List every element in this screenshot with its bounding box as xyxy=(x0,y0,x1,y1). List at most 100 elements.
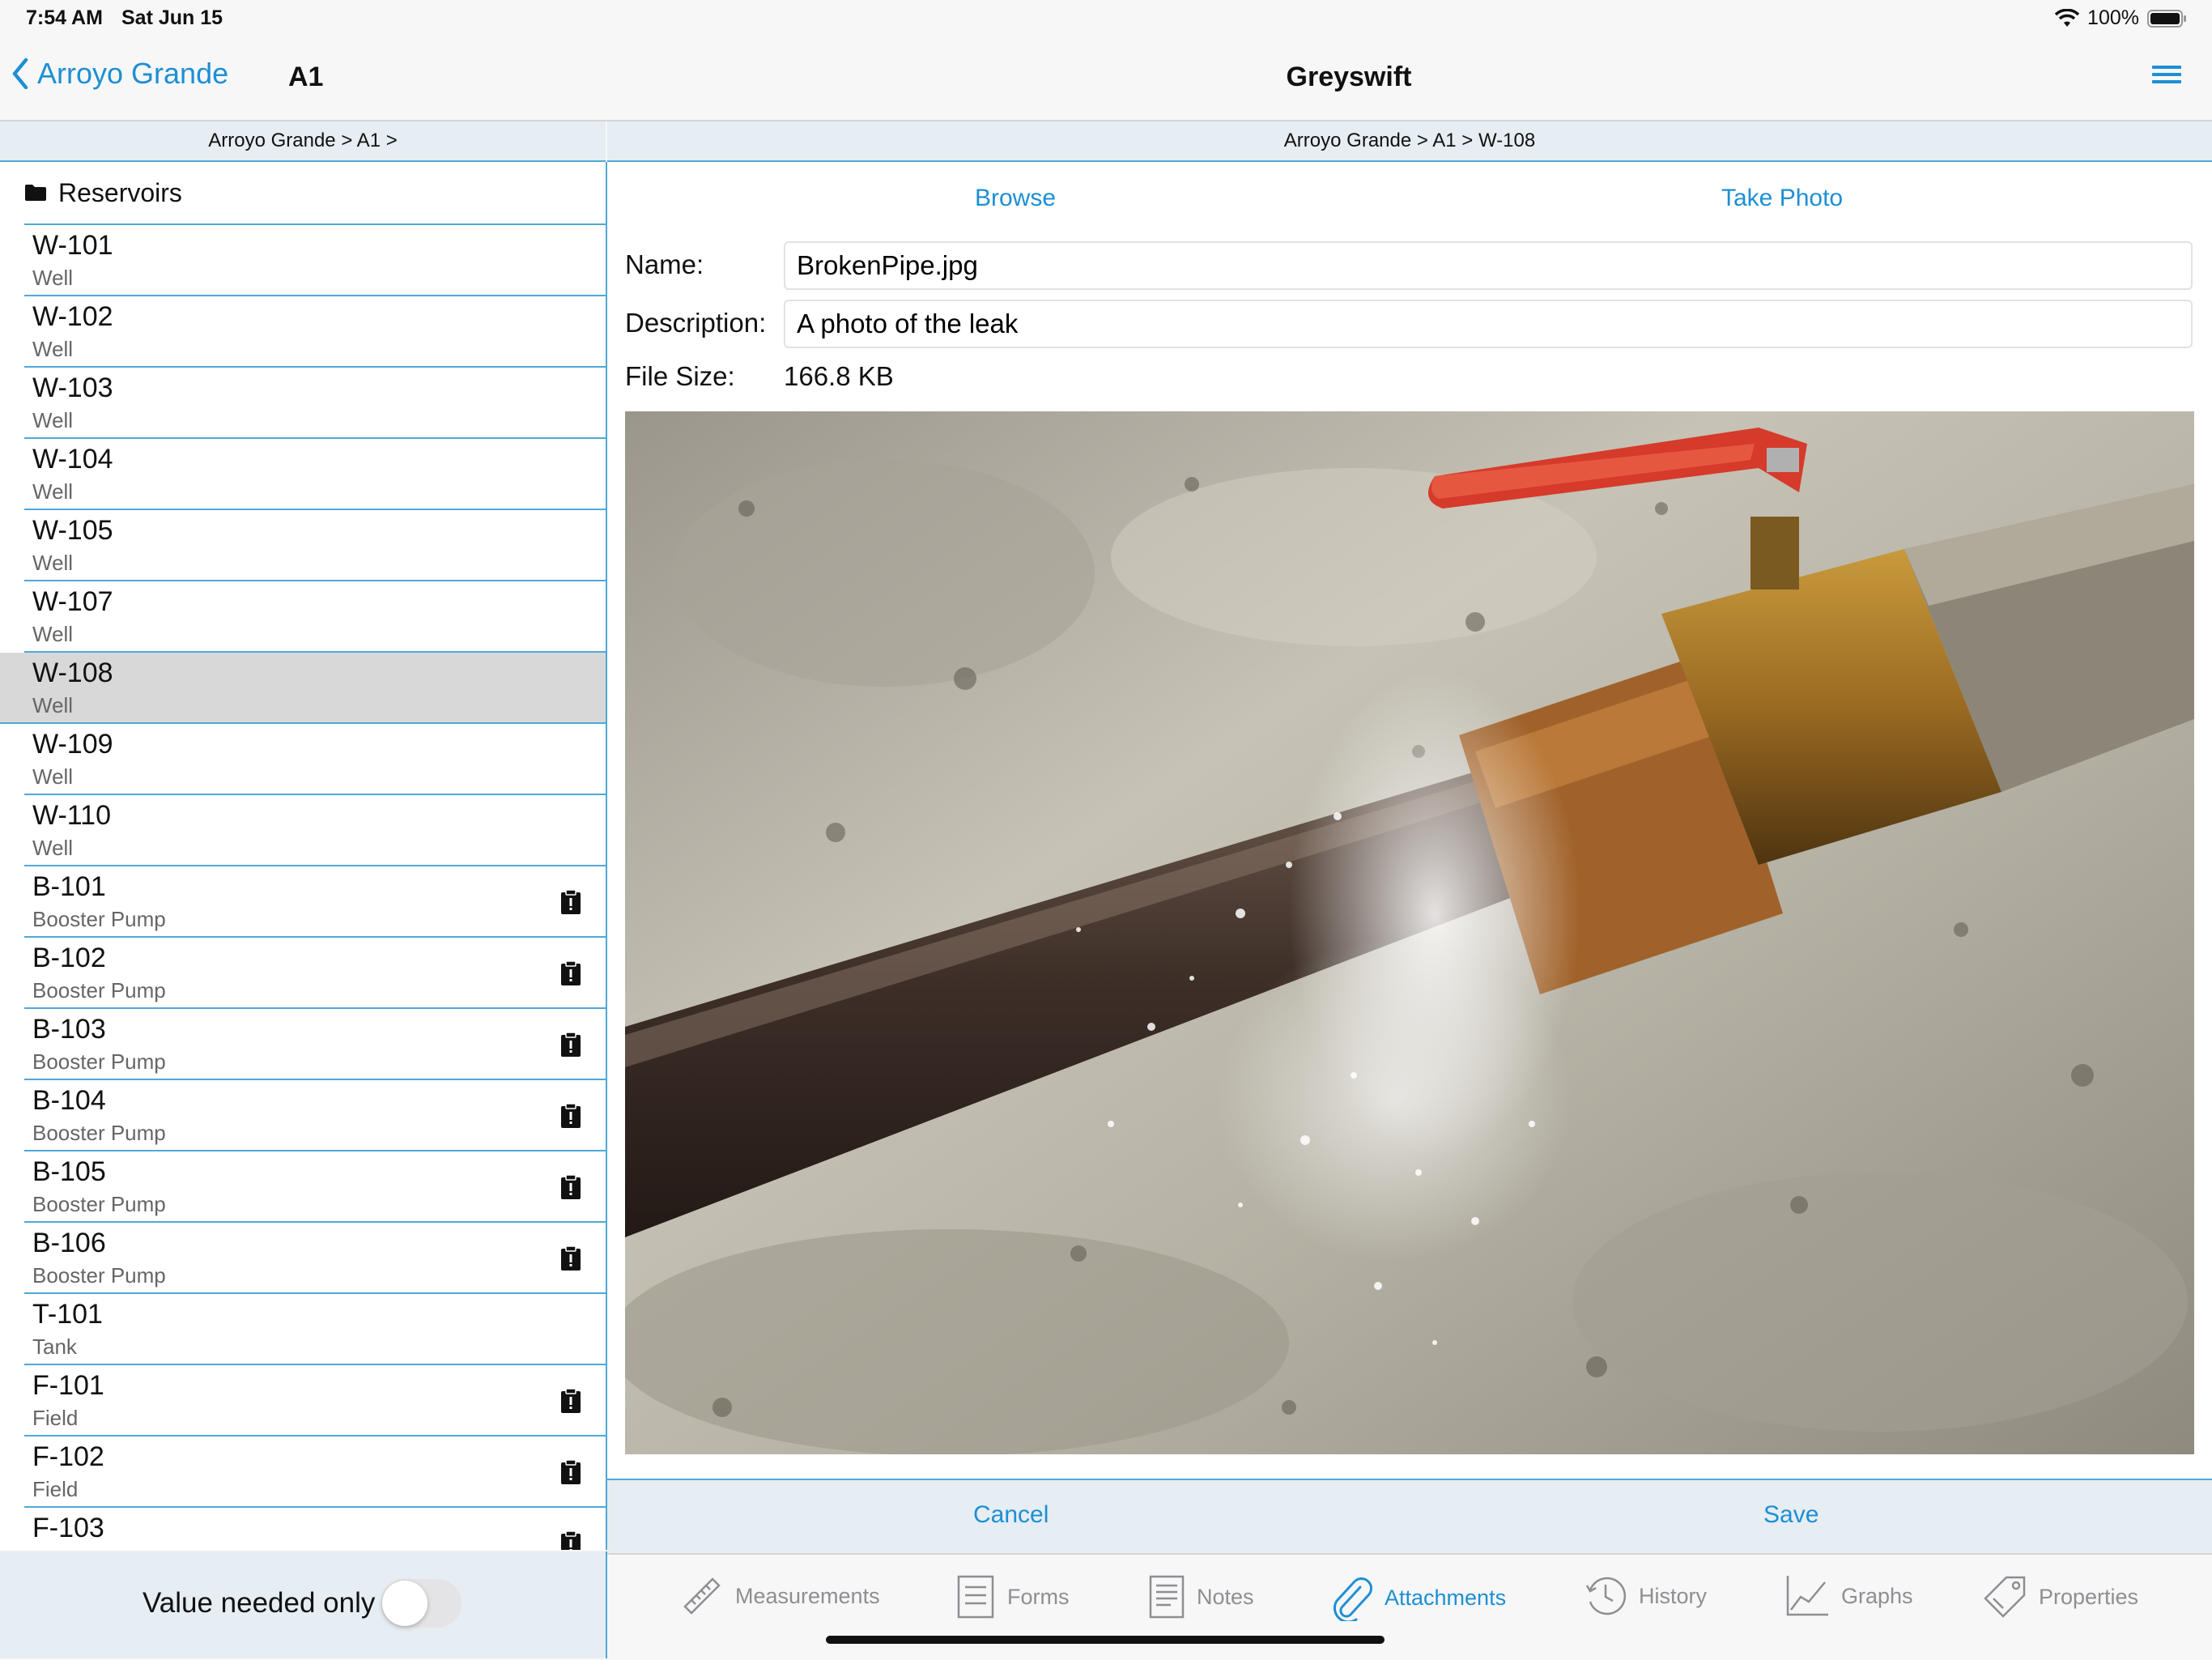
list-item[interactable]: B-101 Booster Pump xyxy=(24,866,606,938)
tab-attachments[interactable]: Attachments xyxy=(1329,1574,1506,1621)
form-icon xyxy=(957,1575,994,1619)
left-footer: Value needed only xyxy=(0,1551,607,1658)
item-type: Booster Pump xyxy=(32,907,166,931)
graph-icon xyxy=(1786,1576,1828,1616)
page-title: Greyswift xyxy=(1286,62,1412,92)
item-type: Tank xyxy=(32,1334,77,1359)
item-name: B-106 xyxy=(32,1228,106,1258)
item-type: Well xyxy=(32,551,74,575)
status-bar: 7:54 AM Sat Jun 15 100% xyxy=(0,0,2212,39)
item-name: B-102 xyxy=(32,943,106,973)
list-item[interactable]: W-110 Well xyxy=(24,795,606,866)
item-type: Well xyxy=(32,266,74,290)
tab-measurements[interactable]: Measurements xyxy=(680,1574,880,1618)
list-item[interactable]: W-108 Well xyxy=(0,653,606,724)
tab-label: Forms xyxy=(1007,1584,1070,1609)
tab-label: Graphs xyxy=(1841,1583,1913,1608)
wifi-icon xyxy=(2055,8,2080,27)
item-name: W-105 xyxy=(32,515,113,546)
attachment-detail: Browse Take Photo Name: Description: Fil… xyxy=(607,162,2212,1479)
tab-label: Attachments xyxy=(1385,1585,1507,1610)
list-item[interactable]: F-101 Field xyxy=(24,1365,606,1437)
item-name: W-110 xyxy=(32,800,112,831)
item-type: Well xyxy=(32,408,74,432)
clipboard-alert-icon xyxy=(561,1245,581,1271)
item-name: W-108 xyxy=(32,658,113,688)
folder-row[interactable]: Reservoirs xyxy=(24,162,606,225)
tab-properties[interactable]: Properties xyxy=(1982,1574,2138,1620)
paperclip-icon xyxy=(1333,1577,1372,1621)
description-field[interactable] xyxy=(784,300,2193,348)
back-button-label: Arroyo Grande xyxy=(37,57,229,90)
folder-icon xyxy=(25,185,46,201)
list-item[interactable]: W-107 Well xyxy=(24,581,606,653)
list-item[interactable]: B-106 Booster Pump xyxy=(24,1223,606,1294)
status-indicators: 100% xyxy=(2055,6,2188,30)
chevron-left-icon xyxy=(12,57,28,90)
asset-list: W-101 Well W-102 Well W-103 Well W-104 Well W-10… xyxy=(0,225,606,1550)
clipboard-alert-icon xyxy=(561,1388,581,1413)
battery-percent: 100% xyxy=(2087,6,2139,29)
item-name: W-102 xyxy=(32,301,113,332)
list-item[interactable]: B-102 Booster Pump xyxy=(24,938,606,1009)
action-bar: Cancel Save xyxy=(607,1479,2212,1555)
list-item[interactable]: W-104 Well xyxy=(24,439,606,510)
item-type: Booster Pump xyxy=(32,978,166,1002)
battery-icon xyxy=(2147,9,2186,28)
item-name: T-101 xyxy=(32,1299,103,1330)
value-needed-toggle[interactable] xyxy=(381,1579,462,1628)
item-type: Well xyxy=(32,764,74,789)
tab-history[interactable]: History xyxy=(1584,1574,1707,1618)
clock-icon xyxy=(1585,1577,1627,1615)
tab-bar: Measurements Forms Notes Attachments His… xyxy=(607,1553,2212,1660)
list-item[interactable]: T-101 Tank xyxy=(24,1294,606,1365)
tab-label: History xyxy=(1639,1583,1708,1608)
clipboard-alert-icon xyxy=(561,889,581,914)
folder-label: Reservoirs xyxy=(58,177,182,207)
list-item[interactable]: B-104 Booster Pump xyxy=(24,1080,606,1151)
clipboard-alert-icon xyxy=(561,1459,581,1484)
item-type: Booster Pump xyxy=(32,1121,166,1145)
file-size-value: 166.8 KB xyxy=(784,361,894,391)
clipboard-alert-icon xyxy=(561,1174,581,1199)
item-name: W-103 xyxy=(32,372,113,403)
description-label: Description: xyxy=(625,308,767,338)
list-item[interactable]: W-102 Well xyxy=(24,296,606,368)
item-type: Booster Pump xyxy=(32,1049,166,1074)
item-name: B-101 xyxy=(32,871,106,902)
ruler-icon xyxy=(683,1577,721,1615)
status-date: Sat Jun 15 xyxy=(121,6,223,29)
list-item[interactable]: W-105 Well xyxy=(24,510,606,581)
cancel-button[interactable]: Cancel xyxy=(973,1501,1049,1529)
filter-label: Value needed only xyxy=(143,1587,376,1619)
right-breadcrumb: Arroyo Grande > A1 > W-108 xyxy=(607,121,2212,162)
tab-notes[interactable]: Notes xyxy=(1148,1574,1254,1620)
list-item[interactable]: B-103 Booster Pump xyxy=(24,1009,606,1080)
browse-button[interactable]: Browse xyxy=(975,185,1056,212)
list-item[interactable]: W-101 Well xyxy=(24,225,606,296)
item-type: Field xyxy=(32,1406,79,1430)
back-button[interactable]: Arroyo Grande xyxy=(11,57,228,91)
hamburger-menu-icon[interactable] xyxy=(2152,62,2181,89)
item-name: F-102 xyxy=(32,1441,104,1472)
item-type: Booster Pump xyxy=(32,1192,166,1216)
list-item[interactable]: F-102 Field xyxy=(24,1437,606,1508)
list-item[interactable]: W-109 Well xyxy=(24,724,606,795)
name-field[interactable] xyxy=(784,241,2193,290)
list-item[interactable]: B-105 Booster Pump xyxy=(24,1151,606,1223)
toggle-knob xyxy=(382,1581,428,1626)
item-name: B-105 xyxy=(32,1156,106,1187)
clipboard-alert-icon xyxy=(561,960,581,985)
tab-forms[interactable]: Forms xyxy=(955,1574,1070,1620)
take-photo-button[interactable]: Take Photo xyxy=(1721,185,1843,212)
left-pane-title: A1 xyxy=(288,62,324,92)
tab-graphs[interactable]: Graphs xyxy=(1784,1574,1913,1618)
tab-label: Measurements xyxy=(735,1583,880,1608)
list-item[interactable]: W-103 Well xyxy=(24,368,606,439)
list-item[interactable]: F-103 xyxy=(24,1508,606,1550)
tab-label: Notes xyxy=(1197,1584,1254,1609)
item-name: F-101 xyxy=(32,1370,104,1401)
save-button[interactable]: Save xyxy=(1763,1501,1819,1529)
item-name: B-104 xyxy=(32,1085,106,1116)
item-type: Well xyxy=(32,622,74,646)
